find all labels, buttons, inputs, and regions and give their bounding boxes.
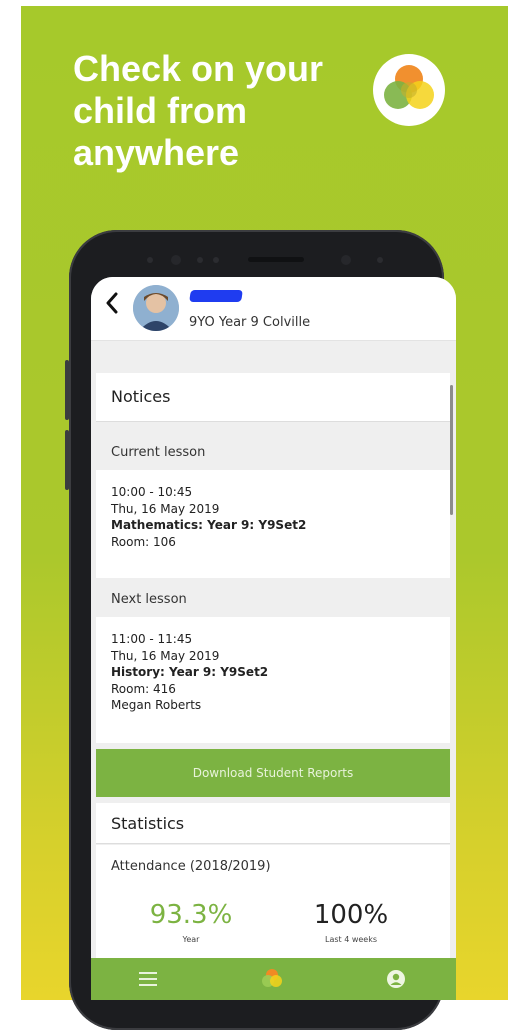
- current-lesson-subject: Mathematics: Year 9: Y9Set2: [111, 518, 307, 532]
- scrollbar[interactable]: [450, 385, 453, 515]
- redacted-student-name: [189, 290, 243, 302]
- promo-headline: Check on your child from anywhere: [73, 48, 363, 174]
- app-logo: [373, 54, 445, 126]
- app-logo-icon: [384, 65, 434, 109]
- next-lesson-card: 11:00 - 11:45 Thu, 16 May 2019 History: …: [96, 617, 450, 743]
- current-lesson-label: Current lesson: [111, 445, 206, 460]
- next-lesson-teacher: Megan Roberts: [111, 698, 202, 712]
- statistics-title: Statistics: [111, 814, 185, 833]
- hamburger-menu-icon: [139, 972, 157, 986]
- student-header: 9YO Year 9 Colville: [91, 277, 456, 341]
- app-screen: 9YO Year 9 Colville Notices Current less…: [91, 277, 456, 1000]
- attendance-recent-value: 100%: [313, 900, 389, 930]
- notices-title: Notices: [111, 387, 171, 406]
- download-reports-button[interactable]: Download Student Reports: [96, 749, 450, 797]
- next-lesson-label: Next lesson: [111, 592, 187, 607]
- attendance-recent-caption: Last 4 weeks: [324, 935, 378, 944]
- phone-volume-button: [65, 430, 69, 490]
- avatar: [133, 285, 179, 331]
- statistics-card: Statistics: [96, 803, 450, 844]
- headline-line-2: child from: [73, 90, 248, 131]
- attendance-year-value: 93.3%: [149, 900, 233, 930]
- headline-line-3: anywhere: [73, 132, 240, 173]
- next-lesson-room: Room: 416: [111, 681, 176, 696]
- user-circle-icon: [387, 970, 405, 988]
- phone-sensors: [147, 255, 383, 265]
- attendance-year-caption: Year: [182, 935, 200, 944]
- back-button[interactable]: [105, 291, 119, 321]
- student-class-info: 9YO Year 9 Colville: [189, 315, 311, 330]
- profile-tab[interactable]: [386, 969, 406, 993]
- menu-tab[interactable]: [139, 971, 157, 991]
- app-logo-icon: [262, 969, 282, 987]
- headline-line-1: Check on your: [73, 48, 324, 89]
- attendance-label: Attendance (2018/2019): [111, 859, 271, 874]
- current-lesson-room: Room: 106: [111, 534, 176, 549]
- bottom-tab-bar: [91, 958, 456, 1000]
- attendance-card: Attendance (2018/2019) 93.3% Year 100% L…: [96, 845, 450, 965]
- phone-volume-button: [65, 360, 69, 420]
- next-lesson-subject: History: Year 9: Y9Set2: [111, 665, 269, 679]
- current-lesson-date: Thu, 16 May 2019: [111, 501, 220, 516]
- notices-card[interactable]: Notices: [96, 373, 450, 422]
- home-tab[interactable]: [259, 966, 285, 996]
- current-lesson-card: 10:00 - 10:45 Thu, 16 May 2019 Mathemati…: [96, 470, 450, 578]
- next-lesson-time: 11:00 - 11:45: [111, 632, 193, 646]
- current-lesson-time: 10:00 - 10:45: [111, 485, 193, 499]
- next-lesson-date: Thu, 16 May 2019: [111, 648, 220, 663]
- chevron-left-icon: [106, 292, 118, 314]
